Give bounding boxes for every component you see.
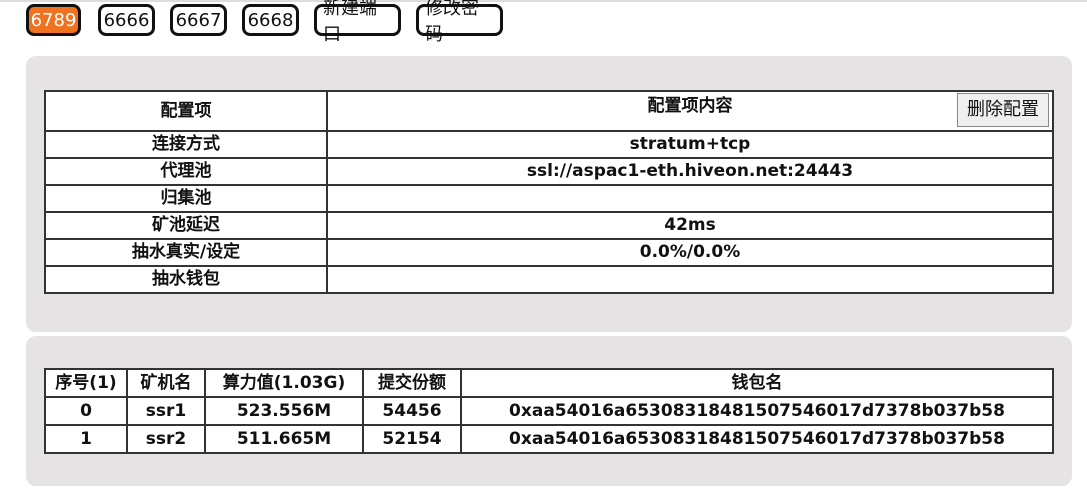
config-row: 代理池 ssl://aspac1-eth.hiveon.net:24443 bbox=[44, 157, 1054, 186]
config-key: 连接方式 bbox=[44, 130, 328, 159]
config-value bbox=[326, 184, 1054, 213]
config-row: 归集池 bbox=[44, 184, 1054, 213]
config-row: 抽水真实/设定 0.0%/0.0% bbox=[44, 238, 1054, 267]
miners-panel: 序号(1) 矿机名 算力值(1.03G) 提交份额 钱包名 0 ssr1 523… bbox=[26, 336, 1072, 486]
col-header-index: 序号(1) bbox=[44, 368, 128, 398]
tab-port-6667[interactable]: 6667 bbox=[170, 4, 227, 36]
change-password-button[interactable]: 修改密码 bbox=[416, 0, 503, 45]
miners-header-row: 序号(1) 矿机名 算力值(1.03G) 提交份额 钱包名 bbox=[44, 368, 1054, 398]
config-row: 矿池延迟 42ms bbox=[44, 211, 1054, 240]
config-key: 抽水钱包 bbox=[44, 265, 328, 294]
config-value: 0.0%/0.0% bbox=[326, 238, 1054, 267]
delete-config-button[interactable]: 删除配置 bbox=[957, 93, 1049, 127]
config-value: 42ms bbox=[326, 211, 1054, 240]
cell-index: 0 bbox=[44, 396, 128, 426]
cell-hashrate: 511.665M bbox=[204, 424, 364, 454]
config-key: 抽水真实/设定 bbox=[44, 238, 328, 267]
miners-table: 序号(1) 矿机名 算力值(1.03G) 提交份额 钱包名 0 ssr1 523… bbox=[44, 368, 1054, 454]
cell-wallet: 0xaa54016a65308318481507546017d7378b037b… bbox=[460, 424, 1054, 454]
col-header-miner-name: 矿机名 bbox=[126, 368, 206, 398]
config-table: 配置项 配置项内容 删除配置 连接方式 stratum+tcp 代理池 ssl:… bbox=[44, 90, 1054, 294]
config-value-header-cell: 配置项内容 删除配置 bbox=[326, 90, 1054, 132]
tab-port-6668[interactable]: 6668 bbox=[242, 4, 299, 36]
top-divider bbox=[0, 0, 1087, 2]
cell-hashrate: 523.556M bbox=[204, 396, 364, 426]
new-port-button[interactable]: 新建端口 bbox=[314, 0, 401, 45]
config-value bbox=[326, 265, 1054, 294]
col-header-wallet: 钱包名 bbox=[460, 368, 1054, 398]
config-key: 归集池 bbox=[44, 184, 328, 213]
config-value-header: 配置项内容 bbox=[647, 96, 733, 116]
config-header-row: 配置项 配置项内容 删除配置 bbox=[44, 90, 1054, 132]
config-panel: 配置项 配置项内容 删除配置 连接方式 stratum+tcp 代理池 ssl:… bbox=[26, 56, 1072, 332]
table-row: 0 ssr1 523.556M 54456 0xaa54016a65308318… bbox=[44, 396, 1054, 426]
config-key: 代理池 bbox=[44, 157, 328, 186]
config-value: ssl://aspac1-eth.hiveon.net:24443 bbox=[326, 157, 1054, 186]
cell-miner-name: ssr1 bbox=[126, 396, 206, 426]
config-value: stratum+tcp bbox=[326, 130, 1054, 159]
table-row: 1 ssr2 511.665M 52154 0xaa54016a65308318… bbox=[44, 424, 1054, 454]
cell-wallet: 0xaa54016a65308318481507546017d7378b037b… bbox=[460, 396, 1054, 426]
cell-index: 1 bbox=[44, 424, 128, 454]
cell-shares: 52154 bbox=[362, 424, 462, 454]
tab-port-6789[interactable]: 6789 bbox=[26, 4, 81, 36]
config-key: 矿池延迟 bbox=[44, 211, 328, 240]
tab-port-6666[interactable]: 6666 bbox=[98, 4, 155, 36]
cell-miner-name: ssr2 bbox=[126, 424, 206, 454]
config-row: 抽水钱包 bbox=[44, 265, 1054, 294]
config-row: 连接方式 stratum+tcp bbox=[44, 130, 1054, 159]
cell-shares: 54456 bbox=[362, 396, 462, 426]
config-key-header: 配置项 bbox=[44, 90, 328, 132]
col-header-hashrate: 算力值(1.03G) bbox=[204, 368, 364, 398]
col-header-shares: 提交份额 bbox=[362, 368, 462, 398]
